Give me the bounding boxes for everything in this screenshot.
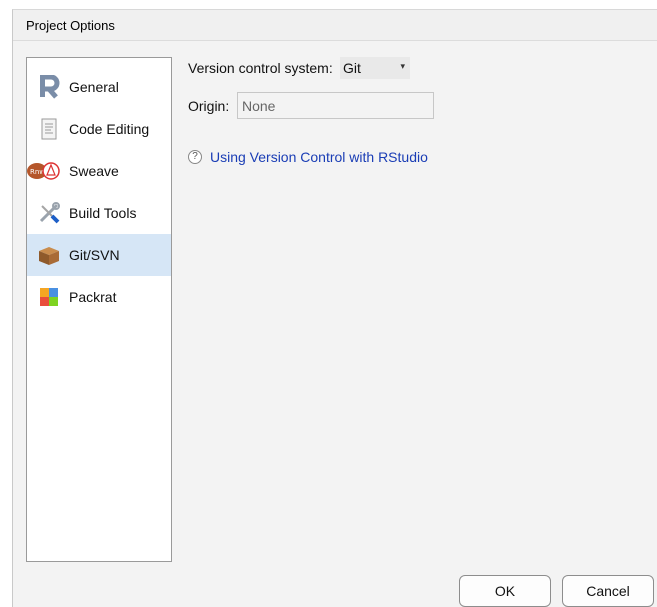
sidebar-item-label: Build Tools [69, 205, 137, 221]
sidebar-item-code-editing[interactable]: Code Editing [27, 108, 171, 150]
window-title: Project Options [26, 18, 115, 33]
sidebar-item-label: Code Editing [69, 121, 150, 137]
sidebar-item-label: Git/SVN [69, 247, 120, 263]
sidebar-item-general[interactable]: General [27, 66, 171, 108]
help-link[interactable]: Using Version Control with RStudio [210, 149, 428, 165]
r-logo-icon [37, 74, 61, 99]
packrat-blocks-icon [37, 285, 61, 309]
sweave-pdf-icon: Rnw [27, 159, 61, 183]
package-box-icon [37, 243, 61, 267]
origin-field: None [237, 92, 434, 119]
sidebar-item-label: General [69, 79, 119, 95]
sidebar-item-label: Sweave [69, 163, 119, 179]
sidebar-item-build-tools[interactable]: Build Tools [27, 192, 171, 234]
options-sidebar: General Code Editing Rnw Sweave Build To… [26, 57, 172, 562]
cancel-button[interactable]: Cancel [562, 575, 654, 607]
project-options-dialog: Project Options General Code Editing Rnw… [12, 9, 657, 607]
origin-value: None [242, 98, 276, 114]
ok-button[interactable]: OK [459, 575, 551, 607]
title-bar[interactable]: Project Options [13, 10, 657, 41]
sidebar-item-sweave[interactable]: Rnw Sweave [27, 150, 171, 192]
sidebar-item-label: Packrat [69, 289, 117, 305]
sidebar-item-packrat[interactable]: Packrat [27, 276, 171, 318]
help-icon: ? [188, 150, 202, 164]
chevron-down-icon: ▾ [400, 61, 405, 71]
document-icon [37, 117, 61, 141]
vcs-label: Version control system: [188, 60, 333, 76]
vcs-select[interactable]: Git ▾ [340, 57, 410, 79]
vcs-select-value: Git [343, 60, 361, 76]
wrench-screwdriver-icon [37, 201, 61, 225]
origin-label: Origin: [188, 98, 230, 114]
sidebar-item-git-svn[interactable]: Git/SVN [27, 234, 171, 276]
